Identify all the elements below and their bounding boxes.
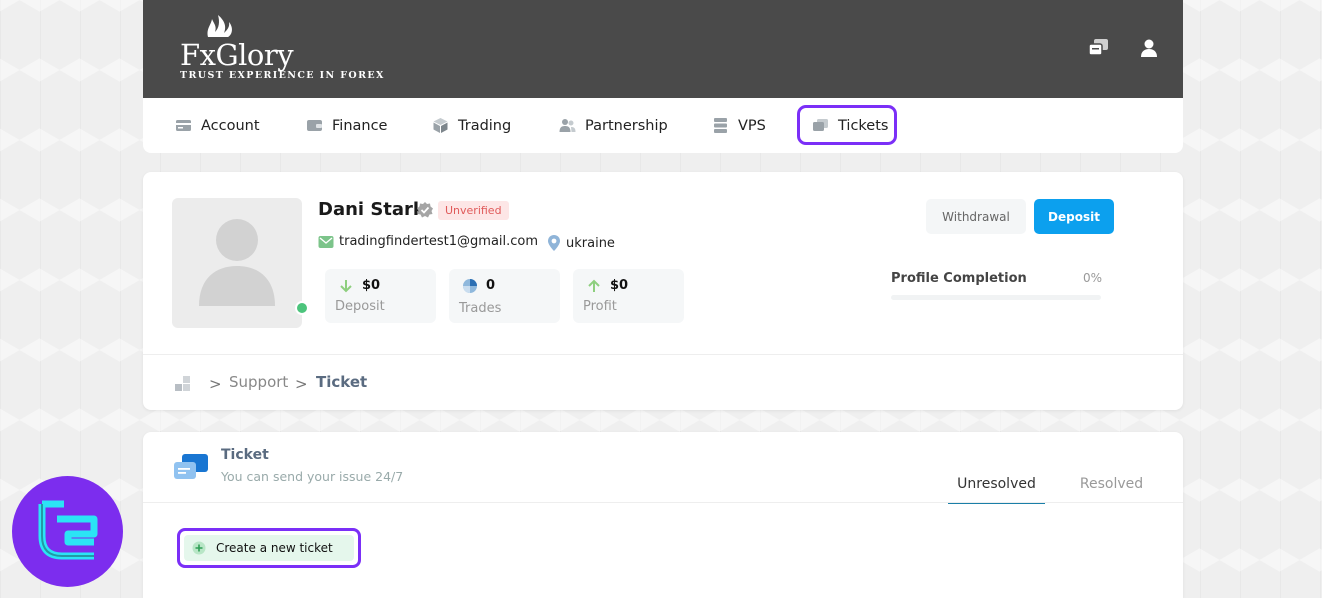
deposit-button[interactable]: Deposit (1034, 199, 1114, 234)
top-header: FxGlory TRUST EXPERIENCE IN FOREX (143, 0, 1183, 98)
online-status-dot (295, 301, 309, 315)
breadcrumb-current: Ticket (316, 373, 368, 391)
email-line: tradingfindertest1@gmail.com (318, 234, 538, 249)
profile-card: Dani Stark Unverified tradingfindertest1… (143, 172, 1183, 410)
profile-completion-label: Profile Completion (891, 271, 1027, 286)
profile-completion-value: 0% (1083, 271, 1103, 285)
stat-value: $0 (610, 278, 629, 293)
arrow-up-icon (588, 279, 600, 292)
user-icon[interactable] (1138, 38, 1160, 58)
stat-deposit: $0 Deposit (325, 269, 436, 323)
nav-item-account[interactable]: Account (175, 98, 260, 153)
brand-tagline: TRUST EXPERIENCE IN FOREX (180, 70, 385, 81)
user-email: tradingfindertest1@gmail.com (339, 234, 539, 249)
nav-item-trading[interactable]: Trading (432, 98, 511, 153)
wallet-icon (307, 120, 322, 131)
breadcrumb-separator: > (209, 375, 222, 393)
account-icon (176, 120, 191, 131)
people-icon (559, 119, 576, 132)
stat-label: Trades (459, 301, 502, 316)
nav-item-finance[interactable]: Finance (306, 98, 387, 153)
tab-unresolved[interactable]: Unresolved (948, 476, 1045, 504)
divider (143, 354, 1183, 355)
avatar[interactable] (172, 198, 302, 328)
server-icon (714, 118, 727, 133)
arrow-down-icon (340, 280, 352, 293)
tradingfinder-watermark-logo (12, 476, 123, 587)
nav-label: Trading (458, 117, 512, 134)
stat-trades: 0 Trades (449, 269, 560, 323)
main-nav: Account Finance Trading Partnership VPS … (143, 98, 1183, 153)
breadcrumb-support[interactable]: Support (229, 373, 288, 391)
user-location: ukraine (566, 235, 615, 251)
user-name: Dani Stark (318, 199, 425, 220)
nav-label: VPS (738, 117, 766, 134)
tickets-highlight-box (797, 105, 897, 145)
avatar-placeholder-icon (199, 219, 275, 306)
nav-label: Account (201, 117, 260, 134)
location-pin-icon (548, 235, 560, 251)
create-ticket-highlight-box: Create a new ticket (177, 528, 361, 568)
profile-completion-bar (891, 295, 1101, 300)
breadcrumb-separator: > (295, 375, 308, 393)
ticket-subtitle: You can send your issue 24/7 (221, 469, 404, 484)
flame-icon (207, 15, 232, 37)
tf-logo-icon (38, 500, 98, 560)
create-ticket-button[interactable]: Create a new ticket (184, 535, 354, 561)
brand-name: FxGlory (180, 38, 294, 72)
ticket-panel: Ticket You can send your issue 24/7 Unre… (143, 432, 1183, 598)
stat-value: 0 (486, 278, 496, 293)
tickets-header-icon[interactable] (1088, 38, 1110, 58)
stat-label: Profit (583, 299, 617, 314)
breadcrumb-home-icon[interactable] (174, 375, 192, 393)
stat-value: $0 (362, 278, 381, 293)
ticket-title: Ticket (221, 447, 269, 463)
nav-item-partnership[interactable]: Partnership (559, 98, 668, 153)
nav-label: Finance (332, 117, 388, 134)
stat-profit: $0 Profit (573, 269, 684, 323)
plus-icon (192, 541, 206, 555)
verified-badge-icon (417, 202, 433, 218)
stat-label: Deposit (335, 299, 385, 314)
nav-label: Partnership (585, 117, 668, 134)
create-ticket-label: Create a new ticket (216, 541, 333, 555)
withdrawal-button[interactable]: Withdrawal (926, 199, 1026, 234)
location-line: ukraine (547, 234, 615, 252)
pie-chart-icon (463, 279, 477, 293)
tab-resolved[interactable]: Resolved (1063, 476, 1160, 504)
chat-bubbles-icon (174, 454, 208, 479)
divider (143, 502, 1183, 503)
cube-icon (433, 118, 448, 133)
nav-item-vps[interactable]: VPS (712, 98, 766, 153)
status-badge: Unverified (438, 201, 509, 220)
email-icon (318, 235, 334, 248)
